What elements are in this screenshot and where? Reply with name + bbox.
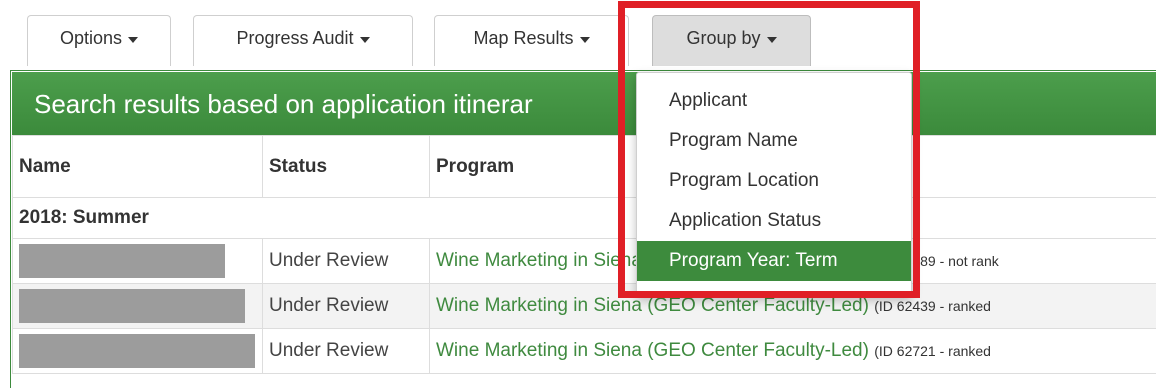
redacted-name	[19, 334, 255, 368]
caret-down-icon	[579, 37, 590, 43]
status-cell: Under Review	[262, 328, 430, 374]
tab-progress-audit[interactable]: Progress Audit	[193, 15, 413, 66]
caret-down-icon	[128, 37, 139, 43]
tab-options-label: Options	[59, 27, 123, 48]
program-cell: Wine Marketing in Siena (GEO Center Facu…	[429, 328, 1156, 374]
dropdown-item-program-location[interactable]: Program Location	[637, 161, 911, 201]
tab-options[interactable]: Options	[27, 15, 171, 66]
program-link[interactable]: Wine Marketing in Siena (GEO Center Facu…	[436, 340, 869, 361]
status-cell: Under Review	[262, 238, 430, 284]
table-row: Under Review Wine Marketing in Siena (GE…	[12, 238, 1156, 284]
group-row: 2018: Summer	[12, 197, 1156, 239]
table-row: Under Review Wine Marketing in Siena (GE…	[12, 328, 1156, 374]
redacted-name	[19, 244, 225, 278]
caret-down-icon	[359, 37, 370, 43]
status-cell: Under Review	[262, 283, 430, 329]
results-banner: Search results based on application itin…	[12, 72, 1156, 136]
tab-group-by[interactable]: Group by	[652, 15, 811, 66]
tab-group-by-label: Group by	[686, 27, 761, 48]
tab-progress-audit-label: Progress Audit	[236, 27, 354, 48]
dropdown-item-program-name[interactable]: Program Name	[637, 121, 911, 161]
column-header-name[interactable]: Name	[12, 135, 263, 198]
results-table: Name Status Program 2018: Summer Under R…	[12, 135, 1156, 374]
dropdown-item-program-year-term[interactable]: Program Year: Term	[637, 241, 911, 281]
redacted-name	[19, 289, 245, 323]
column-header-status[interactable]: Status	[262, 135, 430, 198]
group-by-dropdown: Applicant Program Name Program Location …	[636, 72, 912, 296]
table-row: Under Review Wine Marketing in Siena (GE…	[12, 283, 1156, 329]
group-label: 2018: Summer	[12, 197, 1156, 239]
program-id: (ID 62439 - ranked	[874, 298, 991, 314]
dropdown-item-application-status[interactable]: Application Status	[637, 201, 911, 241]
name-cell	[12, 283, 263, 329]
banner-title: Search results based on application itin…	[34, 88, 533, 119]
dropdown-item-applicant[interactable]: Applicant	[637, 81, 911, 121]
program-link[interactable]: Wine Marketing in Siena (GEO Center Facu…	[436, 295, 869, 316]
caret-down-icon	[766, 37, 777, 43]
name-cell	[12, 328, 263, 374]
tab-map-results-label: Map Results	[473, 27, 574, 48]
tab-map-results[interactable]: Map Results	[434, 15, 629, 66]
program-id: (ID 62721 - ranked	[874, 343, 991, 359]
name-cell	[12, 238, 263, 284]
table-header-row: Name Status Program	[12, 135, 1156, 198]
